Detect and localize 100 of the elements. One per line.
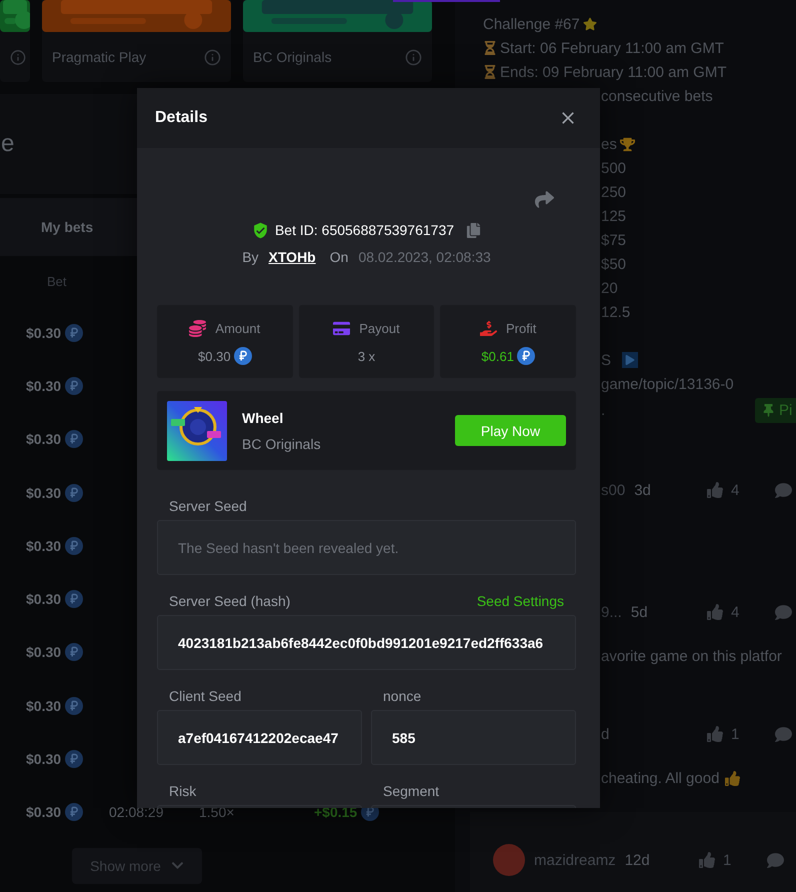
comment-author: s00: [601, 482, 626, 498]
field-label: Server Seed (hash): [169, 593, 290, 609]
comment-text: cheating. All good: [601, 770, 720, 786]
hand-icon: [480, 320, 497, 336]
comment-icon[interactable]: [775, 604, 792, 620]
comment-author: 9...: [601, 604, 622, 620]
coin-icon: [65, 590, 84, 608]
user-link[interactable]: XTOHb: [268, 249, 316, 265]
coin-icon: [65, 324, 84, 342]
bet-profit: +$0.15: [314, 804, 358, 820]
coin-icon: [65, 376, 84, 395]
post-text: $50: [601, 256, 626, 272]
input-field[interactable]: The Seed hasn't been revealed yet.: [157, 520, 576, 575]
post-text: 250: [601, 184, 626, 200]
stat-label: Profit: [506, 320, 536, 336]
bet-amount: $0.30: [26, 751, 62, 768]
coin-icon: [516, 347, 535, 365]
bet-amount: $0.30: [26, 591, 62, 608]
bet-date: 08.02.2023, 02:08:33: [358, 249, 491, 265]
comment-icon[interactable]: [775, 726, 792, 742]
coin-icon: [234, 347, 252, 365]
post-text: es: [601, 136, 617, 152]
thumbs-up-icon[interactable]: [707, 726, 723, 742]
comment-icon[interactable]: [775, 482, 792, 498]
post-text: 20: [601, 280, 618, 296]
pin-button[interactable]: Pi: [755, 398, 796, 422]
like-count: 4: [731, 482, 740, 498]
field-label: Client Seed: [169, 688, 242, 704]
post-text: consecutive bets: [601, 88, 713, 104]
bet-id: Bet ID: 65056887539761737: [274, 222, 454, 238]
bet-amount: $0.30: [26, 484, 62, 501]
post-text: game/topic/13136-0: [601, 376, 734, 392]
bet-amount: $0.30: [26, 698, 62, 714]
post-text: S: [601, 352, 612, 368]
stat-value: $0.61: [481, 348, 514, 364]
bet-time: 02:08:29: [109, 804, 164, 820]
seed-settings-link[interactable]: Seed Settings: [476, 593, 564, 609]
thumbs-up-icon[interactable]: [707, 604, 723, 620]
post-text: $75: [601, 232, 626, 248]
copy-icon[interactable]: [466, 222, 482, 238]
info-icon[interactable]: [10, 48, 26, 66]
stat-value: 3 x: [358, 348, 376, 364]
section-title: e: [1, 130, 14, 158]
info-icon[interactable]: [204, 48, 221, 66]
bet-amount: $0.30: [26, 644, 62, 660]
coin-icon: [65, 430, 84, 448]
bet-amount: $0.30: [26, 324, 62, 341]
thumbs-up-icon[interactable]: [707, 482, 723, 498]
bet-amount: $0.30: [26, 538, 62, 554]
dialog-title: Details: [155, 109, 208, 127]
bet-amount: $0.30: [26, 804, 62, 820]
stat-label: Payout: [359, 320, 400, 336]
play-now-button[interactable]: Play Now: [455, 415, 566, 446]
bet-amount: $0.30: [26, 378, 62, 394]
field-label: Segment: [383, 783, 440, 799]
card-icon: [333, 320, 350, 336]
post-text: Challenge #67: [483, 16, 580, 32]
comment-icon[interactable]: [767, 852, 784, 868]
shield-icon: [252, 222, 269, 238]
stat-value: $0.30: [198, 348, 231, 364]
coin-icon: [65, 536, 84, 555]
post-text: 12.5: [601, 304, 630, 320]
game-card[interactable]: Pragmatic Play: [42, 0, 231, 82]
on-label: On: [330, 249, 348, 265]
game-provider: BC Originals: [253, 49, 332, 65]
stat-label: Amount: [215, 320, 260, 336]
game-card[interactable]: [0, 0, 30, 82]
post-text: .: [601, 402, 606, 418]
game-card[interactable]: BC Originals: [243, 0, 432, 82]
post-text: Start: 06 February 11:00 am GMT: [500, 40, 724, 56]
info-icon[interactable]: [405, 48, 422, 66]
field-label: nonce: [383, 688, 422, 704]
post-text: 125: [601, 208, 626, 224]
coins-icon: [189, 320, 206, 336]
like-count: 1: [731, 726, 740, 742]
game-provider: BC Originals: [242, 436, 322, 452]
comment-time: d: [601, 726, 610, 742]
thumbs-up-icon[interactable]: [699, 852, 715, 868]
comment-text: avorite game on this platfor: [601, 648, 782, 664]
input-field[interactable]: 4023181b213ab6fe8442ec0f0bd991201e9217ed2ff633a6: [157, 615, 576, 670]
comment-time: 3d: [634, 482, 651, 498]
comment-time: 12d: [624, 852, 650, 868]
bet-amount: $0.30: [26, 431, 62, 448]
like-count: 4: [731, 604, 740, 620]
tab[interactable]: My bets: [41, 219, 94, 235]
by-label: By: [242, 249, 259, 265]
coin-icon: [65, 484, 84, 502]
post-text: 500: [601, 160, 626, 176]
coin-icon: [65, 696, 84, 715]
share-icon[interactable]: [535, 190, 554, 209]
coin-icon: [65, 643, 84, 662]
coin-icon: [65, 750, 84, 768]
input-field[interactable]: a7ef04167412202ecae47: [157, 710, 362, 765]
avatar: [493, 844, 525, 876]
field-label: Risk: [169, 783, 196, 799]
input-field[interactable]: 585: [371, 710, 576, 765]
game-provider: Pragmatic Play: [52, 49, 146, 65]
field-label: Server Seed: [169, 498, 247, 514]
comment-time: 5d: [630, 604, 648, 620]
post-text: Ends: 09 February 11:00 am GMT: [500, 64, 726, 80]
